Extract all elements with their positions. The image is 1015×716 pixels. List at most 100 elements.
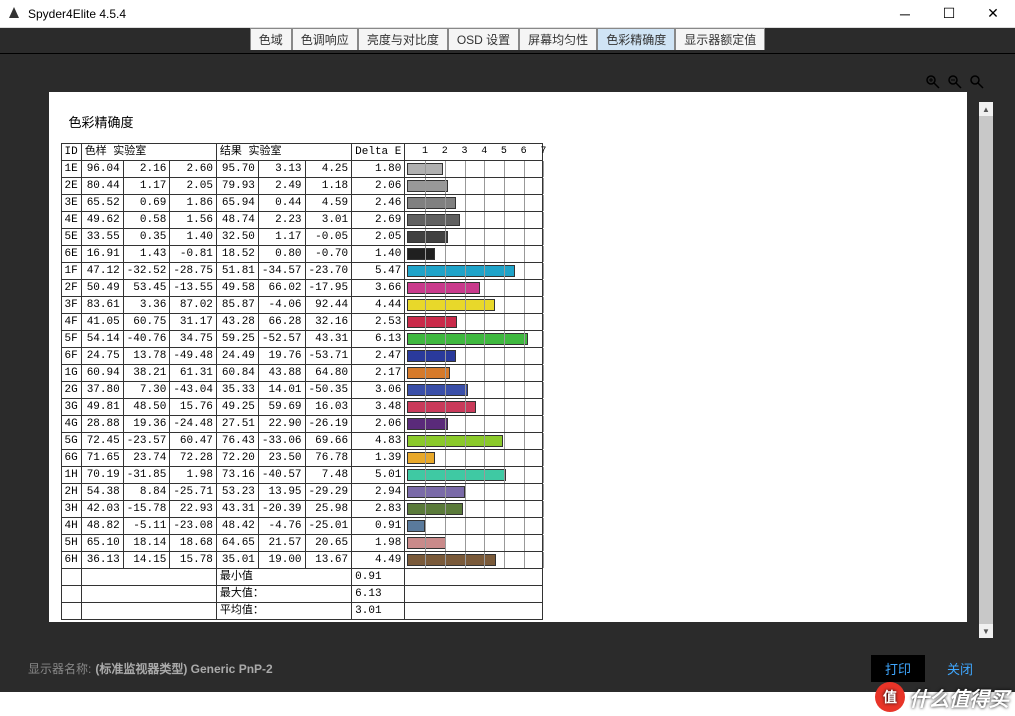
close-button[interactable]: ✕	[971, 0, 1015, 28]
summary-row: 最大值：6.13	[61, 586, 543, 603]
delta-bar	[407, 265, 515, 277]
page-title: 色彩精确度	[69, 112, 955, 131]
table-row: 2F 50.49 53.45-13.55 49.58 66.02-17.953.…	[61, 280, 543, 297]
delta-bar-cell	[405, 433, 543, 450]
tab-0[interactable]: 色域	[250, 28, 292, 50]
table-row: 6E 16.91 1.43-0.81 18.52 0.80-0.701.40	[61, 246, 543, 263]
summary-label: 最大值：	[216, 586, 351, 603]
delta-bar	[407, 282, 479, 294]
col-id: ID	[61, 144, 81, 161]
delta-bar-cell	[405, 467, 543, 484]
delta-bar-cell	[405, 212, 543, 229]
delta-bar-cell	[405, 178, 543, 195]
table-row: 5H 65.10 18.14 18.68 64.65 21.57 20.651.…	[61, 535, 543, 552]
delta-bar-cell	[405, 450, 543, 467]
app-icon	[6, 6, 22, 22]
tab-3[interactable]: OSD 设置	[448, 28, 519, 50]
delta-bar-cell	[405, 501, 543, 518]
tab-4[interactable]: 屏幕均匀性	[519, 28, 597, 50]
delta-bar-cell	[405, 535, 543, 552]
table-row: 4F 41.05 60.75 31.17 43.28 66.28 32.162.…	[61, 314, 543, 331]
zoom-in-icon[interactable]	[923, 72, 943, 92]
maximize-button[interactable]: ☐	[927, 0, 971, 28]
window-titlebar: Spyder4Elite 4.5.4 ─ ☐ ✕	[0, 0, 1015, 28]
table-row: 3E 65.52 0.69 1.86 65.94 0.44 4.592.46	[61, 195, 543, 212]
delta-bar-cell	[405, 314, 543, 331]
table-row: 5F 54.14-40.76 34.75 59.25-52.57 43.316.…	[61, 331, 543, 348]
monitor-name-value: (标准监视器类型) Generic PnP-2	[95, 660, 272, 677]
table-row: 2E 80.44 1.17 2.05 79.93 2.49 1.182.06	[61, 178, 543, 195]
delta-bar	[407, 401, 476, 413]
col-sample: 色样 实验室	[81, 144, 216, 161]
watermark-text: 什么值得买	[909, 683, 1009, 712]
table-row: 2G 37.80 7.30-43.04 35.33 14.01-50.353.0…	[61, 382, 543, 399]
table-row: 1F 47.12-32.52-28.75 51.81-34.57-23.705.…	[61, 263, 543, 280]
table-row: 6G 71.65 23.74 72.28 72.20 23.50 76.781.…	[61, 450, 543, 467]
watermark-badge-icon: 值	[875, 682, 905, 712]
delta-bar-cell	[405, 195, 543, 212]
delta-bar	[407, 231, 447, 243]
col-delta: Delta E	[352, 144, 405, 161]
delta-bar	[407, 367, 450, 379]
minimize-button[interactable]: ─	[883, 0, 927, 28]
workspace: 色彩精确度 ID色样 实验室结果 实验室Delta E12345671E 96.…	[0, 54, 1015, 692]
tab-1[interactable]: 色调响应	[292, 28, 358, 50]
summary-value: 6.13	[352, 586, 405, 603]
delta-bar-cell	[405, 416, 543, 433]
zoom-out-icon[interactable]	[945, 72, 965, 92]
delta-bar	[407, 435, 502, 447]
delta-bar	[407, 316, 457, 328]
delta-bar	[407, 469, 506, 481]
delta-bar-cell	[405, 518, 543, 535]
summary-label: 平均值：	[216, 603, 351, 620]
summary-label: 最小值	[216, 569, 351, 586]
table-row: 5G 72.45-23.57 60.47 76.43-33.06 69.664.…	[61, 433, 543, 450]
table-row: 3G 49.81 48.50 15.76 49.25 59.69 16.033.…	[61, 399, 543, 416]
delta-bar-cell	[405, 331, 543, 348]
tab-5[interactable]: 色彩精确度	[597, 28, 675, 50]
delta-bar	[407, 452, 434, 464]
close-panel-button[interactable]: 关闭	[933, 655, 987, 682]
delta-bar	[407, 486, 465, 498]
delta-bar	[407, 299, 495, 311]
watermark: 值 什么值得买	[875, 682, 1009, 712]
delta-bar-cell	[405, 297, 543, 314]
print-button[interactable]: 打印	[871, 655, 925, 682]
delta-bar-cell	[405, 229, 543, 246]
scroll-down-icon[interactable]: ▼	[979, 624, 993, 638]
delta-bar-cell	[405, 399, 543, 416]
table-row: 3F 83.61 3.36 87.02 85.87-4.06 92.444.44	[61, 297, 543, 314]
footer-bar: 显示器名称: (标准监视器类型) Generic PnP-2 打印 关闭	[0, 644, 1015, 692]
summary-row: 平均值：3.01	[61, 603, 543, 620]
zoom-toolbar	[923, 72, 987, 92]
window-title: Spyder4Elite 4.5.4	[28, 7, 883, 21]
delta-bar	[407, 554, 496, 566]
delta-bar	[407, 214, 460, 226]
delta-bar	[407, 384, 467, 396]
delta-bar-cell	[405, 263, 543, 280]
table-row: 3H 42.03-15.78 22.93 43.31-20.39 25.982.…	[61, 501, 543, 518]
delta-bar	[407, 520, 425, 532]
delta-bar-cell	[405, 382, 543, 399]
summary-value: 0.91	[352, 569, 405, 586]
color-accuracy-table: ID色样 实验室结果 实验室Delta E12345671E 96.04 2.1…	[61, 143, 544, 620]
table-row: 2H 54.38 8.84-25.71 53.23 13.95-29.292.9…	[61, 484, 543, 501]
tab-6[interactable]: 显示器额定值	[675, 28, 765, 50]
table-row: 1H 70.19-31.85 1.98 73.16-40.57 7.485.01	[61, 467, 543, 484]
zoom-fit-icon[interactable]	[967, 72, 987, 92]
summary-value: 3.01	[352, 603, 405, 620]
table-row: 1G 60.94 38.21 61.31 60.84 43.88 64.802.…	[61, 365, 543, 382]
table-row: 5E 33.55 0.35 1.40 32.50 1.17-0.052.05	[61, 229, 543, 246]
window-buttons: ─ ☐ ✕	[883, 0, 1015, 28]
delta-bar	[407, 350, 456, 362]
report-page: 色彩精确度 ID色样 实验室结果 实验室Delta E12345671E 96.…	[49, 92, 967, 622]
scroll-up-icon[interactable]: ▲	[979, 102, 993, 116]
vertical-scrollbar[interactable]: ▲ ▼	[979, 116, 993, 624]
scroll-thumb[interactable]	[979, 116, 993, 636]
delta-bar	[407, 197, 455, 209]
col-chart: 1234567	[405, 144, 543, 161]
delta-bar	[407, 248, 435, 260]
table-row: 6H 36.13 14.15 15.78 35.01 19.00 13.674.…	[61, 552, 543, 569]
tab-2[interactable]: 亮度与对比度	[358, 28, 448, 50]
delta-bar	[407, 537, 446, 549]
